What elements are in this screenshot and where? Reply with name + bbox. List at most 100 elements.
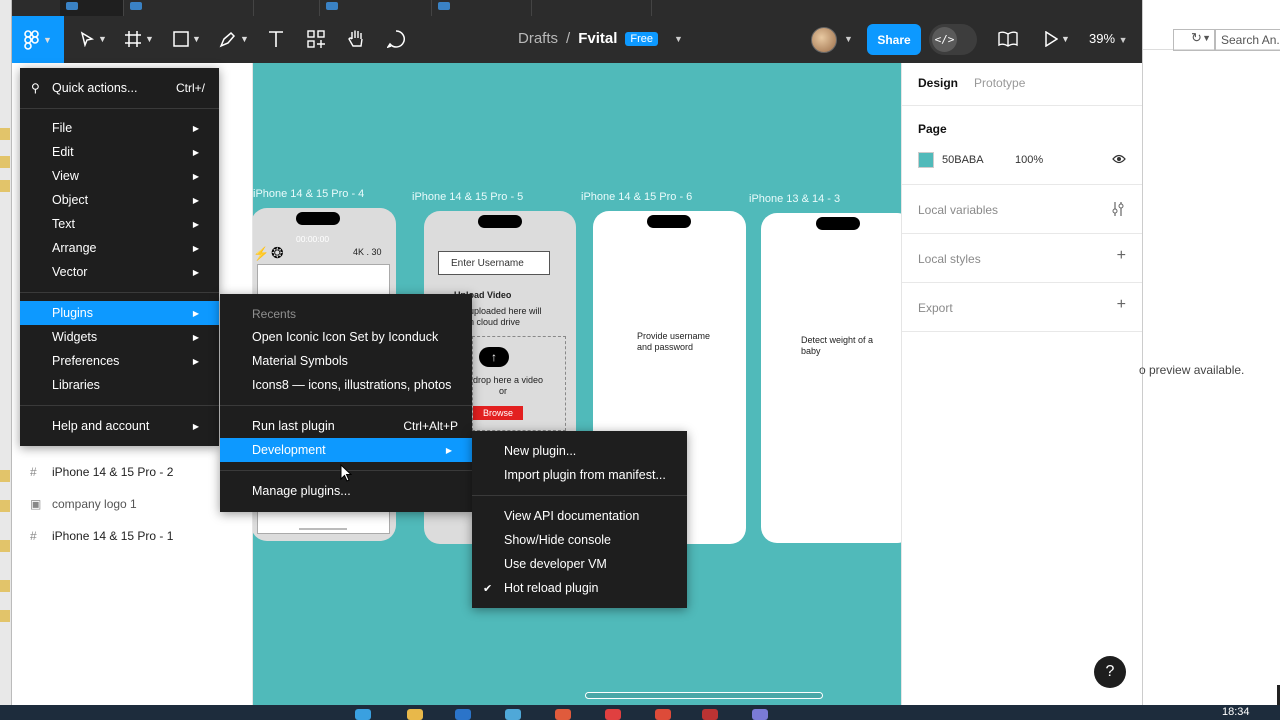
- frame-icon: #: [30, 529, 37, 543]
- notch: [647, 215, 691, 228]
- shape-tool-button[interactable]: ▼: [170, 24, 204, 54]
- main-menu-button[interactable]: ▼: [12, 16, 64, 63]
- frame-label[interactable]: iPhone 13 & 14 - 3: [749, 193, 840, 205]
- menu-item-development[interactable]: Development ▶: [220, 438, 472, 462]
- chevron-down-icon[interactable]: ▼: [844, 34, 853, 44]
- library-button[interactable]: [997, 24, 1019, 54]
- tab-bar: [12, 0, 1142, 16]
- resources-button[interactable]: [305, 24, 327, 54]
- menu-item-hot-reload[interactable]: ✔ Hot reload plugin: [472, 576, 687, 600]
- text-tool-button[interactable]: [265, 24, 287, 54]
- layer-label: company logo 1: [52, 497, 137, 511]
- menu-item-new-plugin[interactable]: New plugin...: [472, 439, 687, 463]
- zoom-control[interactable]: 39% ▼: [1089, 31, 1128, 46]
- tab-5[interactable]: [432, 0, 532, 16]
- menu-item-preferences[interactable]: Preferences ▶: [20, 349, 219, 373]
- taskbar-app-icon[interactable]: [555, 709, 571, 720]
- frame-tool-button[interactable]: ▼: [122, 24, 156, 54]
- taskbar-app-icon[interactable]: [655, 709, 671, 720]
- frame-icon: [125, 31, 142, 47]
- add-export-icon[interactable]: +: [1117, 296, 1126, 314]
- taskbar-app-icon[interactable]: [752, 709, 768, 720]
- menu-item-libraries[interactable]: Libraries: [20, 373, 219, 397]
- chevron-right-icon: ▶: [192, 123, 199, 133]
- phone-frame-7[interactable]: Detect weight of a baby: [761, 213, 901, 543]
- menu-item-label: View: [52, 169, 79, 183]
- plugin-recent-item[interactable]: Icons8 — icons, illustrations, photos: [220, 373, 472, 397]
- taskbar-app-icon[interactable]: [605, 709, 621, 720]
- tab-design[interactable]: Design: [918, 76, 958, 90]
- tab-2[interactable]: [124, 0, 254, 16]
- dev-mode-toggle[interactable]: </>: [929, 24, 977, 55]
- search-icon: ⚲: [31, 81, 40, 95]
- taskbar-app-icon[interactable]: [455, 709, 471, 720]
- rectangle-icon: [173, 31, 189, 47]
- help-button[interactable]: ?: [1094, 656, 1126, 688]
- horizontal-scrollbar[interactable]: [585, 692, 823, 699]
- main-menu: ⚲ Quick actions... Ctrl+/ File ▶ Edit ▶ Vi…: [20, 68, 219, 446]
- layer-row[interactable]: # iPhone 14 & 15 Pro - 2: [12, 461, 253, 483]
- taskbar-app-icon[interactable]: [702, 709, 718, 720]
- eye-icon[interactable]: [1112, 152, 1126, 170]
- frame-label[interactable]: iPhone 14 & 15 Pro - 4: [253, 188, 364, 200]
- code-icon: </>: [932, 27, 957, 52]
- tab-4[interactable]: [320, 0, 432, 16]
- page-opacity[interactable]: 100%: [1015, 154, 1043, 166]
- breadcrumb-drafts[interactable]: Drafts: [518, 30, 558, 47]
- file-name[interactable]: Fvital: [578, 30, 617, 47]
- menu-item-file[interactable]: File ▶: [20, 116, 219, 140]
- variables-icon[interactable]: [1111, 201, 1125, 222]
- menu-item-import-manifest[interactable]: Import plugin from manifest...: [472, 463, 687, 487]
- menu-item-help[interactable]: Help and account ▶: [20, 414, 219, 438]
- menu-item-api-docs[interactable]: View API documentation: [472, 504, 687, 528]
- plugin-recent-item[interactable]: Material Symbols: [220, 349, 472, 373]
- taskbar-app-icon[interactable]: [355, 709, 371, 720]
- menu-item-run-last-plugin[interactable]: Run last plugin Ctrl+Alt+P: [220, 414, 472, 438]
- page-color-hex[interactable]: 50BABA: [942, 154, 984, 166]
- folder-icon: [0, 470, 10, 482]
- frame-label[interactable]: iPhone 14 & 15 Pro - 5: [412, 191, 523, 203]
- page-color-swatch[interactable]: [918, 152, 934, 168]
- chevron-right-icon: ▶: [192, 356, 199, 366]
- folder-icon: [0, 540, 10, 552]
- hand-tool-button[interactable]: [345, 24, 367, 54]
- frame-label[interactable]: iPhone 14 & 15 Pro - 6: [581, 191, 692, 203]
- add-style-icon[interactable]: +: [1117, 247, 1126, 265]
- menu-item-label: Libraries: [52, 378, 100, 392]
- menu-item-view[interactable]: View ▶: [20, 164, 219, 188]
- comment-tool-button[interactable]: [385, 24, 407, 54]
- tab-prototype[interactable]: Prototype: [974, 76, 1025, 90]
- chevron-down-icon: ▼: [1118, 35, 1128, 45]
- menu-item-toggle-console[interactable]: Show/Hide console: [472, 528, 687, 552]
- tab-6[interactable]: [532, 0, 652, 16]
- menu-item-vector[interactable]: Vector ▶: [20, 260, 219, 284]
- chevron-right-icon: ▶: [192, 421, 199, 431]
- move-tool-button[interactable]: ▼: [76, 24, 110, 54]
- refresh-icon[interactable]: ↻: [1191, 30, 1202, 46]
- menu-item-widgets[interactable]: Widgets ▶: [20, 325, 219, 349]
- tab-3[interactable]: [254, 0, 320, 16]
- menu-item-manage-plugins[interactable]: Manage plugins...: [220, 479, 472, 503]
- share-button[interactable]: Share: [867, 24, 921, 55]
- browse-button: Browse: [473, 406, 523, 420]
- search-field[interactable]: Search An...: [1215, 29, 1280, 51]
- taskbar-app-icon[interactable]: [407, 709, 423, 720]
- clock[interactable]: 18:34: [1222, 706, 1250, 718]
- menu-item-developer-vm[interactable]: Use developer VM: [472, 552, 687, 576]
- present-button[interactable]: ▼: [1040, 24, 1074, 54]
- menu-item-arrange[interactable]: Arrange ▶: [20, 236, 219, 260]
- figma-window: ▼ ▼ ▼ ▼ ▼ Drafts / Fvital Free ▼ ▼ Share…: [12, 0, 1142, 705]
- layer-row[interactable]: # iPhone 14 & 15 Pro - 1: [12, 525, 253, 547]
- layer-row[interactable]: ▣ company logo 1: [12, 493, 253, 515]
- chevron-down-icon[interactable]: ▼: [674, 34, 683, 44]
- tab-1[interactable]: [60, 0, 124, 16]
- menu-item-text[interactable]: Text ▶: [20, 212, 219, 236]
- menu-item-quick-actions[interactable]: ⚲ Quick actions... Ctrl+/: [20, 76, 219, 100]
- pen-tool-button[interactable]: ▼: [217, 24, 251, 54]
- taskbar-app-icon[interactable]: [505, 709, 521, 720]
- menu-item-edit[interactable]: Edit ▶: [20, 140, 219, 164]
- menu-item-object[interactable]: Object ▶: [20, 188, 219, 212]
- plugin-recent-item[interactable]: Open Iconic Icon Set by Iconduck: [220, 325, 472, 349]
- avatar[interactable]: [811, 27, 837, 53]
- menu-item-plugins[interactable]: Plugins ▶: [20, 301, 219, 325]
